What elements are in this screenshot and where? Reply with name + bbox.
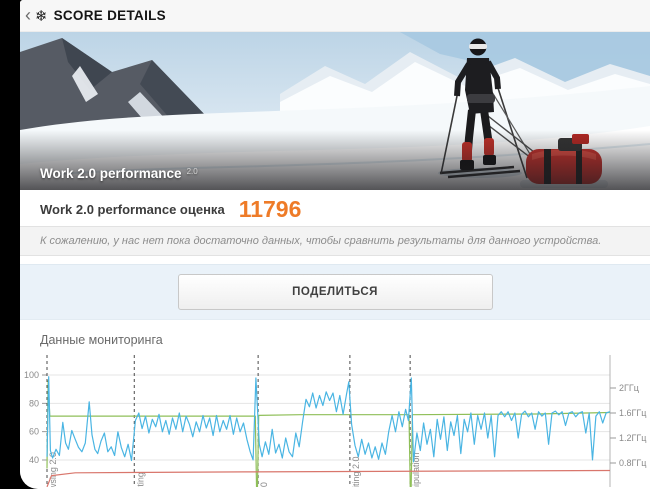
series-temperature-red bbox=[47, 471, 610, 487]
phase-label: Data Manipulation bbox=[411, 452, 421, 487]
right-tick-label: 2ГГц bbox=[619, 383, 639, 393]
no-data-notice: К сожалению, у нас нет пока достаточно д… bbox=[20, 226, 650, 256]
hero-test-name: Work 2.0 performance2.0 bbox=[40, 166, 198, 181]
white-headband bbox=[469, 44, 487, 49]
monitoring-chart: 1008060402ГГц1.6ГГц1.2ГГц0.8ГГцWeb Brows… bbox=[20, 350, 650, 487]
monitoring-title: Данные мониторинга bbox=[20, 320, 650, 350]
phase-label: Video Editing bbox=[135, 472, 145, 487]
score-value: 11796 bbox=[239, 198, 302, 221]
version-badge: 2.0 bbox=[187, 167, 198, 176]
left-tick-label: 40 bbox=[29, 455, 39, 465]
page-title: SCORE DETAILS bbox=[54, 8, 166, 23]
right-tick-label: 1.6ГГц bbox=[619, 408, 646, 418]
share-button[interactable]: ПОДЕЛИТЬСЯ bbox=[178, 274, 493, 310]
score-label: Work 2.0 performance оценка bbox=[40, 202, 225, 217]
pcmark-snowflake-icon: ❄ bbox=[35, 7, 48, 25]
monitoring-chart-canvas: 1008060402ГГц1.6ГГц1.2ГГц0.8ГГцWeb Brows… bbox=[20, 350, 650, 487]
series-cpu-frequency-ghz-blue bbox=[47, 377, 610, 462]
share-section: ПОДЕЛИТЬСЯ bbox=[20, 264, 650, 320]
app-screen: ‹ ❄ SCORE DETAILS bbox=[20, 0, 650, 489]
phase-label: Writing 2.0 bbox=[259, 482, 269, 487]
hero-image: Work 2.0 performance2.0 bbox=[20, 32, 650, 190]
back-icon[interactable]: ‹ bbox=[25, 6, 31, 24]
right-tick-label: 1.2ГГц bbox=[619, 433, 646, 443]
spacer bbox=[20, 256, 650, 264]
score-row: Work 2.0 performance оценка 11796 bbox=[20, 190, 650, 226]
left-tick-label: 100 bbox=[24, 370, 39, 380]
left-tick-label: 60 bbox=[29, 427, 39, 437]
left-tick-label: 80 bbox=[29, 398, 39, 408]
label-scrim bbox=[20, 130, 650, 190]
right-tick-label: 0.8ГГц bbox=[619, 458, 646, 468]
titlebar: ‹ ❄ SCORE DETAILS bbox=[20, 0, 650, 32]
